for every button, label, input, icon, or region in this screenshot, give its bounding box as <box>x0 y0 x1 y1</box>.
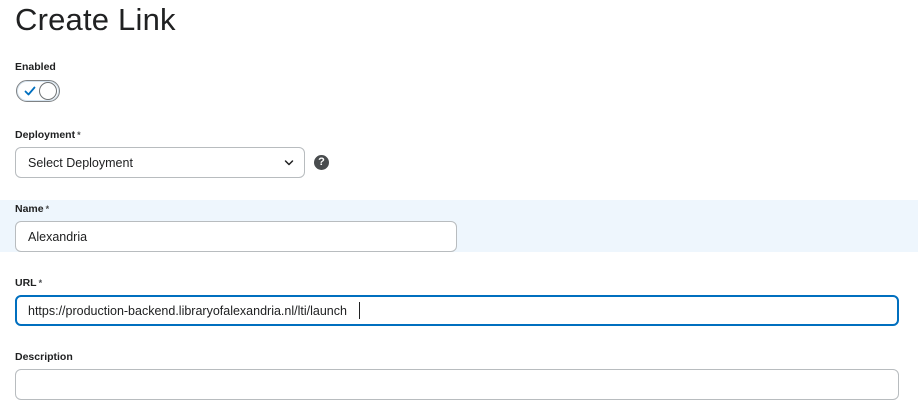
deployment-select[interactable]: Select Deployment <box>15 147 305 178</box>
url-label-text: URL <box>15 277 37 289</box>
chevron-down-icon <box>284 160 294 166</box>
description-input[interactable] <box>15 369 899 400</box>
url-required-mark: * <box>38 278 43 288</box>
create-link-page: Create Link Enabled Deployment * Select D… <box>0 0 918 415</box>
description-label-text: Description <box>15 351 73 363</box>
toggle-knob <box>39 82 57 100</box>
deployment-selected-value: Select Deployment <box>28 156 133 170</box>
name-label-text: Name <box>15 203 44 215</box>
url-label: URL * <box>15 276 42 290</box>
help-circle-icon[interactable]: ? <box>314 155 329 170</box>
checkmark-icon <box>24 86 36 96</box>
deployment-label-text: Deployment <box>15 129 76 141</box>
deployment-required-mark: * <box>77 130 81 140</box>
url-input[interactable] <box>15 295 899 326</box>
enabled-label: Enabled <box>15 60 56 74</box>
enabled-toggle[interactable] <box>16 80 60 102</box>
deployment-label: Deployment * <box>15 128 81 142</box>
page-title: Create Link <box>15 2 176 37</box>
description-label: Description <box>15 350 73 364</box>
text-caret <box>359 302 360 319</box>
enabled-label-text: Enabled <box>15 61 56 73</box>
name-input[interactable] <box>15 221 457 252</box>
name-label: Name * <box>15 202 49 216</box>
name-required-mark: * <box>45 204 50 214</box>
